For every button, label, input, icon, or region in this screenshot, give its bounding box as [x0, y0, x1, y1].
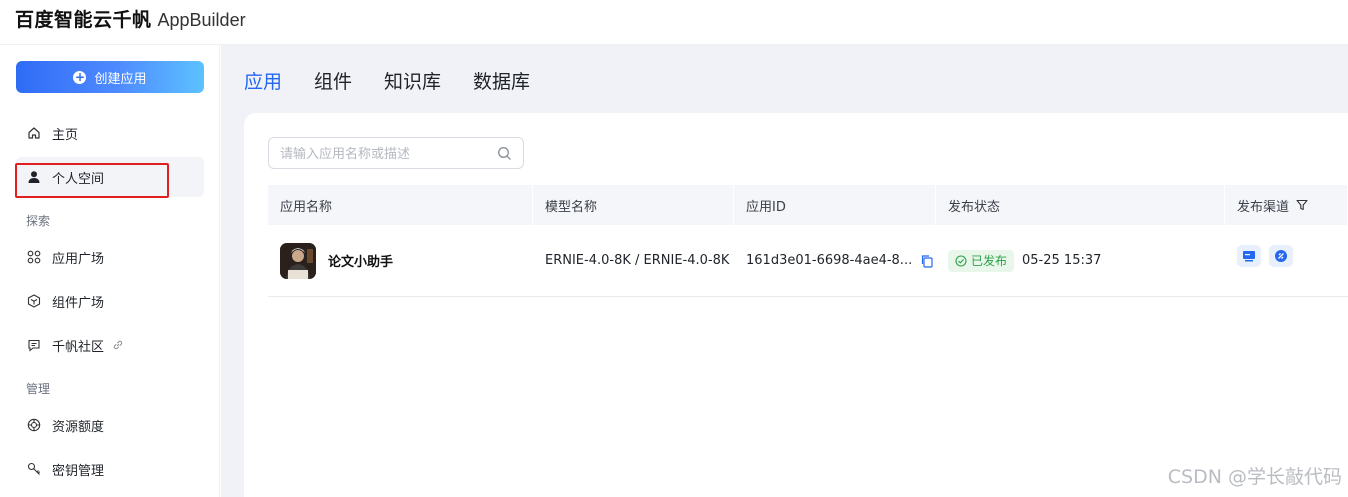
- user-icon: [26, 169, 42, 185]
- header-app-id: 应用ID: [734, 185, 936, 225]
- key-icon: [26, 461, 42, 477]
- create-app-label: 创建应用: [94, 71, 147, 87]
- brand-product: AppBuilder: [157, 10, 246, 30]
- status-badge: 已发布: [948, 249, 1015, 272]
- tab-components[interactable]: 组件: [314, 67, 352, 94]
- apps-card: 应用名称 模型名称 应用ID 发布状态 发布渠道: [244, 113, 1348, 497]
- api-channel-icon[interactable]: [1269, 244, 1293, 267]
- app-name-text[interactable]: 论文小助手: [328, 251, 393, 270]
- sidebar-item-label: 组件广场: [52, 295, 105, 311]
- publish-time: 05-25 15:37: [1022, 253, 1102, 268]
- link-icon: [110, 337, 126, 353]
- cell-publish-channel: [1225, 225, 1348, 297]
- top-bar: 百度智能云千帆 AppBuilder: [0, 0, 1348, 45]
- section-explore: 探索: [26, 214, 51, 228]
- cell-publish-status: 已发布 05-25 15:37: [936, 225, 1225, 297]
- app-avatar: [280, 242, 316, 279]
- grid-icon: [26, 249, 42, 265]
- sidebar-item-home[interactable]: 主页: [16, 113, 204, 153]
- search-icon[interactable]: [497, 146, 512, 161]
- sidebar: + 创建应用 主页 个人空间 探索 应用广场 组件广场 千帆社区 管理 资源额度…: [0, 45, 220, 497]
- status-text: 已发布: [971, 254, 1008, 268]
- sidebar-item-quota[interactable]: 资源额度: [16, 405, 204, 445]
- sidebar-item-personal-space[interactable]: 个人空间: [16, 157, 204, 197]
- app-id-text: 161d3e01-6698-4ae4-8...: [746, 253, 913, 268]
- brand-name: 百度智能云千帆: [15, 9, 152, 31]
- sidebar-item-label: 密钥管理: [52, 463, 105, 479]
- main-content: 应用 组件 知识库 数据库 应用名称 模型名称 应用ID 发布状态 发布渠道: [221, 45, 1348, 497]
- create-app-button[interactable]: + 创建应用: [16, 61, 204, 93]
- apps-table: 应用名称 模型名称 应用ID 发布状态 发布渠道 论文小助手 ERNIE-4.0…: [268, 185, 1348, 297]
- section-manage: 管理: [26, 382, 51, 396]
- plus-icon: +: [73, 69, 87, 84]
- sidebar-item-label: 千帆社区: [52, 339, 105, 355]
- sidebar-item-community[interactable]: 千帆社区: [16, 325, 204, 365]
- search-box[interactable]: [268, 137, 524, 169]
- header-publish-status: 发布状态: [936, 185, 1225, 225]
- home-icon: [26, 125, 42, 141]
- sidebar-item-label: 资源额度: [52, 419, 105, 435]
- tab-apps[interactable]: 应用: [244, 67, 282, 94]
- header-model-name: 模型名称: [533, 185, 734, 225]
- table-header: 应用名称 模型名称 应用ID 发布状态 发布渠道: [268, 185, 1348, 225]
- web-channel-icon[interactable]: [1237, 244, 1261, 267]
- search-input[interactable]: [280, 145, 480, 163]
- check-circle-icon: [955, 254, 967, 267]
- copy-icon[interactable]: [920, 254, 934, 268]
- chat-icon: [26, 337, 42, 353]
- sidebar-item-label: 主页: [52, 127, 79, 143]
- sidebar-item-label: 个人空间: [52, 171, 105, 187]
- sidebar-item-app-square[interactable]: 应用广场: [16, 237, 204, 277]
- table-row[interactable]: 论文小助手 ERNIE-4.0-8K / ERNIE-4.0-8K 161d3e…: [268, 225, 1348, 297]
- brand-logo[interactable]: 百度智能云千帆 AppBuilder: [15, 5, 246, 31]
- cell-model-name: ERNIE-4.0-8K / ERNIE-4.0-8K: [545, 253, 730, 268]
- sidebar-item-label: 应用广场: [52, 251, 105, 267]
- header-publish-channel-label: 发布渠道: [1237, 199, 1290, 215]
- ring-icon: [26, 417, 42, 433]
- tab-knowledge-base[interactable]: 知识库: [384, 67, 441, 94]
- tab-bar: 应用 组件 知识库 数据库: [244, 67, 562, 94]
- hexagon-icon: [26, 293, 42, 309]
- sidebar-item-keys[interactable]: 密钥管理: [16, 449, 204, 489]
- sidebar-item-component-square[interactable]: 组件广场: [16, 281, 204, 321]
- header-publish-channel: 发布渠道: [1225, 185, 1348, 225]
- tab-database[interactable]: 数据库: [473, 67, 530, 94]
- header-app-name: 应用名称: [268, 185, 533, 225]
- cell-app-name: 论文小助手: [268, 225, 533, 297]
- cell-app-id: 161d3e01-6698-4ae4-8...: [734, 225, 936, 297]
- filter-icon[interactable]: [1296, 199, 1308, 211]
- watermark: CSDN @学长敲代码: [1167, 466, 1342, 488]
